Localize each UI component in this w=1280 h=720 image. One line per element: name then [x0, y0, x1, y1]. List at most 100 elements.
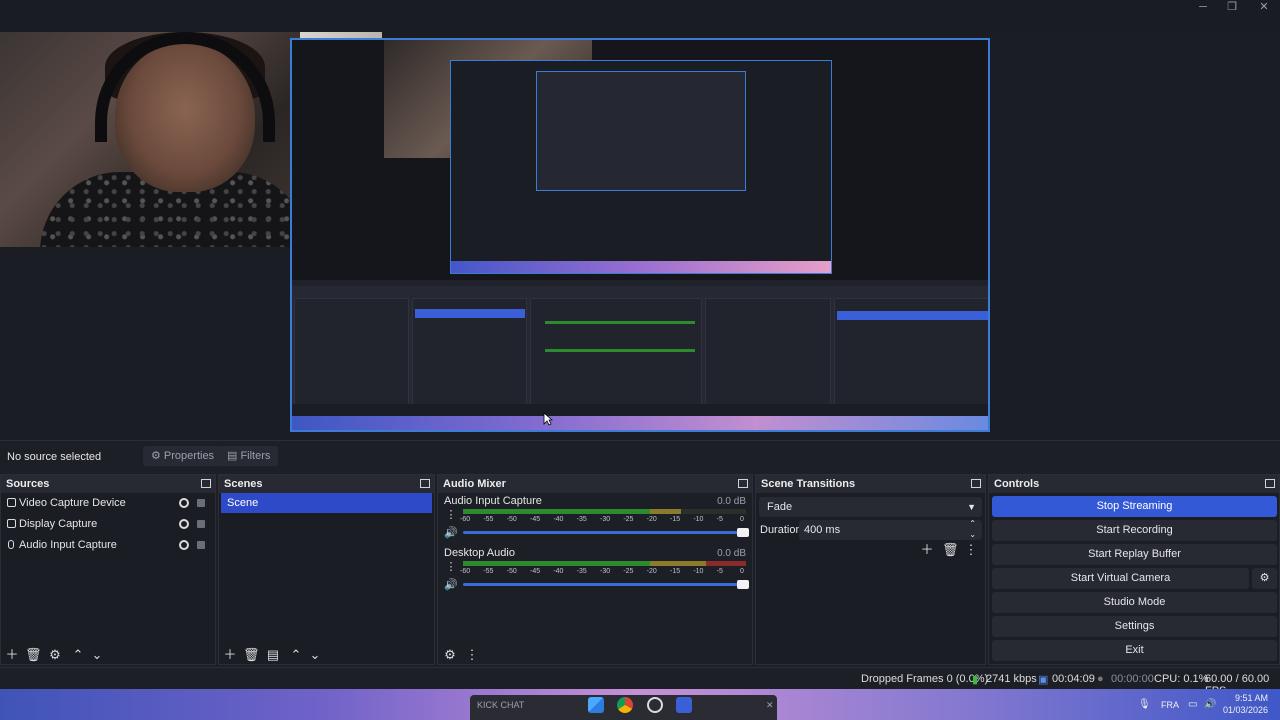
volume-slider[interactable]: [463, 580, 749, 589]
properties-button[interactable]: ⚙ Properties: [143, 446, 223, 466]
filter-icon: ▤: [227, 450, 241, 462]
title-bar: ─ ❐ ✕: [0, 0, 1280, 32]
monitor-icon: [7, 519, 16, 528]
trash-icon[interactable]: 🗑: [243, 648, 260, 662]
tick-label: -25: [623, 568, 634, 575]
close-icon[interactable]: ✕: [766, 700, 774, 711]
virtual-camera-gear-icon[interactable]: ⚙: [1252, 568, 1277, 589]
start-recording-button[interactable]: Start Recording: [992, 520, 1277, 541]
settings-button[interactable]: Settings: [992, 616, 1277, 637]
tick-label: -15: [670, 568, 681, 575]
source-item-audio-input[interactable]: Audio Input Capture: [3, 535, 213, 555]
preview-canvas[interactable]: [0, 32, 1280, 440]
source-item-display-capture[interactable]: Display Capture: [3, 514, 213, 534]
undock-icon[interactable]: [420, 479, 430, 488]
duration-value: 400 ms: [804, 524, 841, 536]
undock-icon[interactable]: [1265, 479, 1275, 488]
meter-yellow-segment: [649, 509, 681, 514]
kick-chat-input[interactable]: KICK CHAT: [477, 700, 524, 710]
tick-label: -10: [693, 568, 704, 575]
scenes-header: Scenes: [219, 475, 434, 493]
signal-bars-icon: ▮: [972, 674, 979, 686]
app-icon[interactable]: [676, 697, 692, 713]
move-down-icon[interactable]: ⌄: [308, 648, 322, 662]
lock-icon[interactable]: [197, 520, 205, 528]
scene-transitions-header: Scene Transitions: [756, 475, 985, 493]
add-scene-icon[interactable]: ＋: [223, 648, 237, 662]
studio-mode-button[interactable]: Studio Mode: [992, 592, 1277, 613]
volume-icon[interactable]: 🔊: [1204, 699, 1216, 710]
move-up-icon[interactable]: ⌃: [289, 648, 303, 662]
more-options-icon[interactable]: ⋮: [465, 648, 479, 662]
channel-name: Desktop Audio: [444, 547, 515, 559]
stream-time: 00:04:09: [1052, 673, 1095, 685]
close-button[interactable]: ✕: [1249, 0, 1279, 14]
spin-arrows-icon[interactable]: ⌃ ⌄: [969, 518, 976, 540]
gear-icon[interactable]: ⚙: [48, 648, 62, 662]
undock-icon[interactable]: [971, 479, 981, 488]
properties-label: Properties: [163, 450, 215, 462]
channel-db: 0.0 dB: [717, 496, 746, 507]
advanced-audio-gear-icon[interactable]: ⚙: [443, 648, 457, 662]
trash-icon[interactable]: 🗑: [25, 648, 42, 662]
add-transition-icon[interactable]: ＋: [920, 543, 934, 557]
filters-button[interactable]: ▤ Filters: [219, 446, 279, 466]
start-replay-buffer-button[interactable]: Start Replay Buffer: [992, 544, 1277, 565]
slider-knob[interactable]: [737, 528, 749, 537]
status-bar: Dropped Frames 0 (0.0%) ▮ 2741 kbps ▣ 00…: [0, 667, 1280, 697]
move-up-icon[interactable]: ⌃: [71, 648, 85, 662]
exit-button[interactable]: Exit: [992, 640, 1277, 661]
lock-icon[interactable]: [197, 499, 205, 507]
stop-streaming-button[interactable]: Stop Streaming: [992, 496, 1277, 517]
audio-mixer-dock: Audio Mixer Audio Input Capture 0.0 dB ⋮ -6…: [437, 474, 753, 665]
tick-label: -10: [693, 516, 704, 523]
more-options-icon[interactable]: ⋮: [444, 560, 458, 574]
obs-icon[interactable]: [647, 697, 663, 713]
network-icon[interactable]: ▭: [1188, 699, 1197, 710]
speaker-icon[interactable]: 🔊: [444, 526, 458, 540]
gear-icon: ⚙: [151, 450, 164, 462]
transition-select[interactable]: Fade ▼: [759, 497, 982, 517]
microphone-icon: 🎙: [1138, 699, 1151, 710]
trash-icon[interactable]: 🗑: [942, 543, 959, 557]
tick-label: -35: [576, 516, 587, 523]
clock-time[interactable]: 9:51 AM: [1234, 693, 1268, 703]
add-source-icon[interactable]: ＋: [5, 648, 19, 662]
move-down-icon[interactable]: ⌄: [90, 648, 104, 662]
filters-label: Filters: [240, 450, 271, 462]
visibility-eye-icon[interactable]: [179, 498, 189, 508]
clock-date[interactable]: 01/03/2026: [1222, 705, 1268, 715]
tick-label: -20: [646, 568, 657, 575]
slider-knob[interactable]: [737, 580, 749, 589]
scene-item[interactable]: Scene: [221, 493, 432, 513]
minimize-button[interactable]: ─: [1188, 0, 1218, 14]
more-options-icon[interactable]: ⋮: [964, 543, 978, 557]
tick-label: -45: [530, 568, 541, 575]
visibility-eye-icon[interactable]: [179, 540, 189, 550]
volume-slider[interactable]: [463, 528, 749, 537]
lock-icon[interactable]: [197, 541, 205, 549]
tick-label: -30: [600, 516, 611, 523]
more-options-icon[interactable]: ⋮: [444, 508, 458, 522]
visibility-eye-icon[interactable]: [179, 519, 189, 529]
sources-header: Sources: [1, 475, 215, 493]
meter-green-segment: [463, 561, 650, 566]
chrome-icon[interactable]: [617, 697, 633, 713]
language-indicator[interactable]: FRA: [1161, 700, 1179, 710]
speaker-icon[interactable]: 🔊: [444, 578, 458, 592]
source-label: Display Capture: [19, 518, 98, 530]
bitrate: 2741 kbps: [986, 673, 1037, 685]
windows-start-icon[interactable]: [588, 697, 604, 713]
meter-ticks: -60 -55 -50 -45 -40 -35 -30 -25 -20 -15 -10 -5 0: [460, 516, 750, 525]
controls-header: Controls: [989, 475, 1279, 493]
maximize-button[interactable]: ❐: [1217, 0, 1247, 14]
source-item-video-capture[interactable]: Video Capture Device: [3, 493, 213, 513]
start-virtual-camera-button[interactable]: Start Virtual Camera: [992, 568, 1249, 589]
tick-label: -30: [600, 568, 611, 575]
undock-icon[interactable]: [201, 479, 211, 488]
audio-mixer-title: Audio Mixer: [443, 478, 506, 490]
undock-icon[interactable]: [738, 479, 748, 488]
duration-spinbox[interactable]: 400 ms ⌃ ⌄: [799, 518, 982, 540]
camera-icon: [7, 498, 16, 507]
filter-icon[interactable]: ▤: [266, 648, 280, 662]
